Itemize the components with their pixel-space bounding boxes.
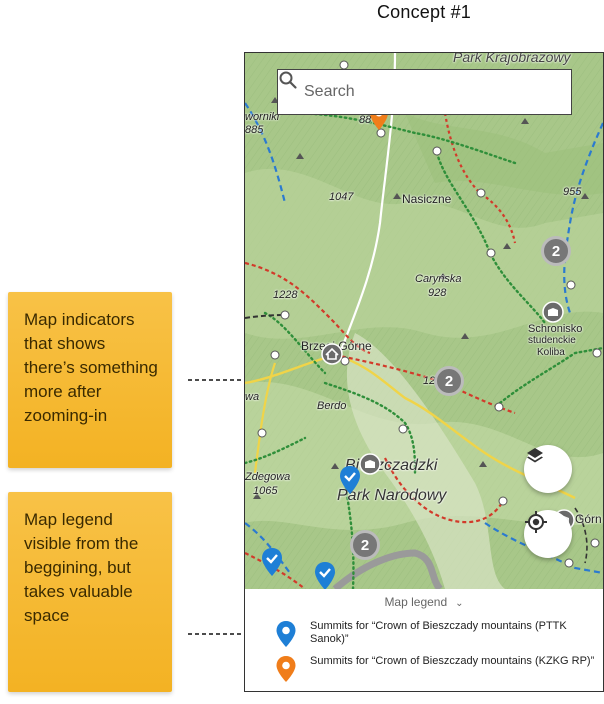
map-label-1047: 1047 — [329, 191, 354, 203]
page-title: Concept #1 — [376, 2, 472, 22]
map-label-schronisko: Schronisko — [528, 323, 583, 335]
map-label-nasiczne: Nasiczne — [402, 192, 452, 206]
cluster-marker[interactable]: 2 — [541, 236, 571, 266]
annotation-note-map-indicators: Map indicators that shows there’s someth… — [8, 292, 172, 468]
summit-pin-visited-icon[interactable] — [314, 561, 336, 589]
map-label-studenckie: studenckie — [528, 335, 576, 346]
map-label-park-top: Park Krajobrazowy — [453, 53, 571, 65]
map-legend-panel: Map legend ⌄ Summits for “Crown of Bieszc… — [245, 589, 603, 691]
cluster-marker[interactable]: 2 — [434, 366, 464, 396]
map-label-1065: 1065 — [253, 485, 278, 497]
search-icon[interactable] — [278, 70, 298, 90]
map-label-955: 955 — [563, 186, 582, 198]
legend-item-label: Summits for “Crown of Bieszczady mountai… — [310, 620, 567, 645]
village-icon[interactable] — [321, 343, 343, 365]
orange-pin-icon — [276, 656, 296, 682]
chevron-down-icon: ⌄ — [455, 598, 464, 609]
legend-item-label: Summits for “Crown of Bieszczady mountai… — [310, 655, 595, 667]
layers-icon — [527, 448, 543, 463]
summit-pin-visited-icon[interactable] — [261, 547, 283, 577]
summit-pin-visited-icon[interactable] — [339, 465, 361, 495]
legend-item: Summits for “Crown of Bieszczady mountai… — [275, 620, 595, 648]
map-label-gorn: Górn — [575, 512, 602, 526]
cluster-marker[interactable]: 2 — [350, 530, 380, 560]
map-label-berdo: Berdo — [317, 400, 347, 412]
map-label-wa: wa — [245, 391, 260, 403]
blue-pin-icon — [276, 621, 296, 647]
map-label-885: 885 — [245, 124, 264, 136]
shelter-icon[interactable] — [542, 301, 564, 323]
map-label-worniki: worniki — [245, 111, 280, 123]
map-label-zdegowa: Zdegowa — [245, 471, 291, 483]
phone-frame: Park Krajobrazowy worniki 885 88 1047 Na… — [244, 52, 604, 692]
shelter-icon[interactable] — [359, 453, 381, 475]
map-label-1228: 1228 — [273, 289, 298, 301]
map-label-928: 928 — [428, 287, 447, 299]
map-legend-heading: Map legend — [384, 595, 448, 609]
search-bar[interactable] — [277, 69, 572, 115]
annotation-note-map-legend: Map legend visible from the beggining, b… — [8, 492, 172, 692]
legend-item: Summits for “Crown of Bieszczady mountai… — [275, 655, 595, 683]
map-label-koliba: Koliba — [537, 347, 565, 358]
map-label-carynska: Caryńska — [415, 273, 462, 285]
map-legend-toggle[interactable]: Map legend ⌄ — [245, 595, 603, 609]
my-location-button[interactable] — [524, 510, 572, 558]
map-view[interactable]: Park Krajobrazowy worniki 885 88 1047 Na… — [245, 53, 603, 589]
search-input[interactable] — [302, 82, 557, 102]
layers-button[interactable] — [524, 445, 572, 493]
my-location-icon — [525, 511, 547, 533]
